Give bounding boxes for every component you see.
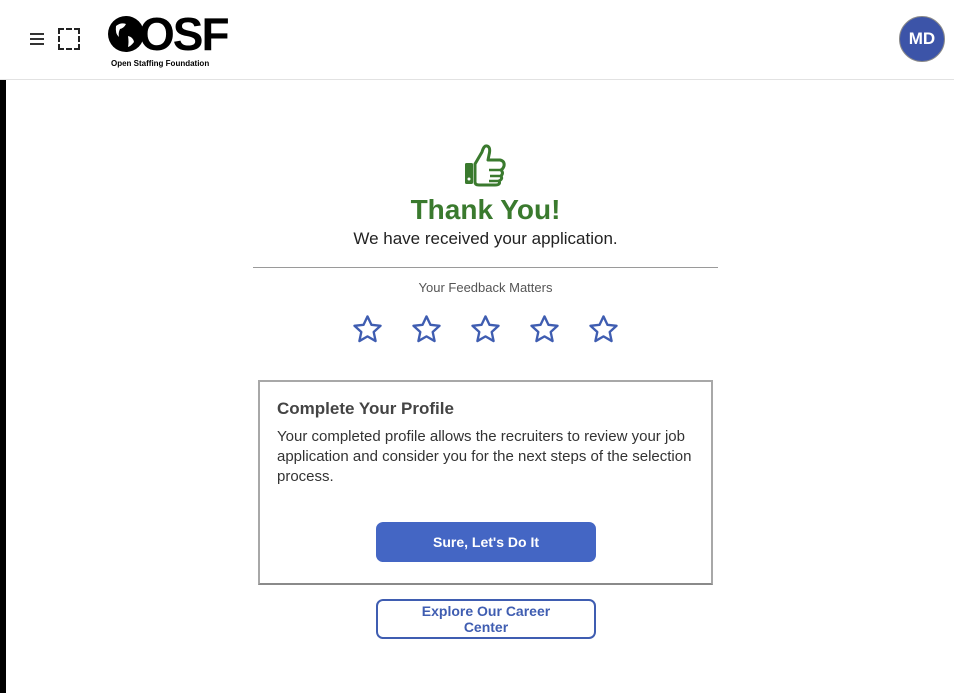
avatar[interactable]: MD [899, 16, 945, 62]
complete-profile-card: Complete Your Profile Your completed pro… [258, 380, 713, 585]
top-bar: OSF Open Staffing Foundation MD [0, 0, 954, 80]
feedback-label: Your Feedback Matters [418, 280, 553, 295]
divider [253, 267, 718, 268]
star-5-icon[interactable] [587, 313, 620, 346]
explore-career-center-button[interactable]: Explore Our Career Center [376, 599, 596, 639]
thank-you-title: Thank You! [410, 194, 561, 225]
complete-profile-button[interactable]: Sure, Let's Do It [376, 522, 596, 562]
thumbs-up-icon [465, 144, 506, 187]
star-2-icon[interactable] [410, 313, 443, 346]
received-message: We have received your application. [353, 229, 618, 248]
star-1-icon[interactable] [351, 313, 384, 346]
rating-stars [351, 313, 623, 347]
card-title: Complete Your Profile [277, 399, 454, 418]
logo-text: OSF [139, 8, 230, 60]
left-rail [0, 80, 6, 693]
logo-subtitle: Open Staffing Foundation [111, 59, 210, 68]
hamburger-menu-icon[interactable] [30, 33, 46, 47]
star-3-icon[interactable] [469, 313, 502, 346]
osf-logo[interactable]: OSF Open Staffing Foundation [106, 8, 230, 70]
select-area-icon[interactable] [58, 28, 80, 50]
card-body: Your completed profile allows the recrui… [277, 428, 692, 485]
star-4-icon[interactable] [528, 313, 561, 346]
